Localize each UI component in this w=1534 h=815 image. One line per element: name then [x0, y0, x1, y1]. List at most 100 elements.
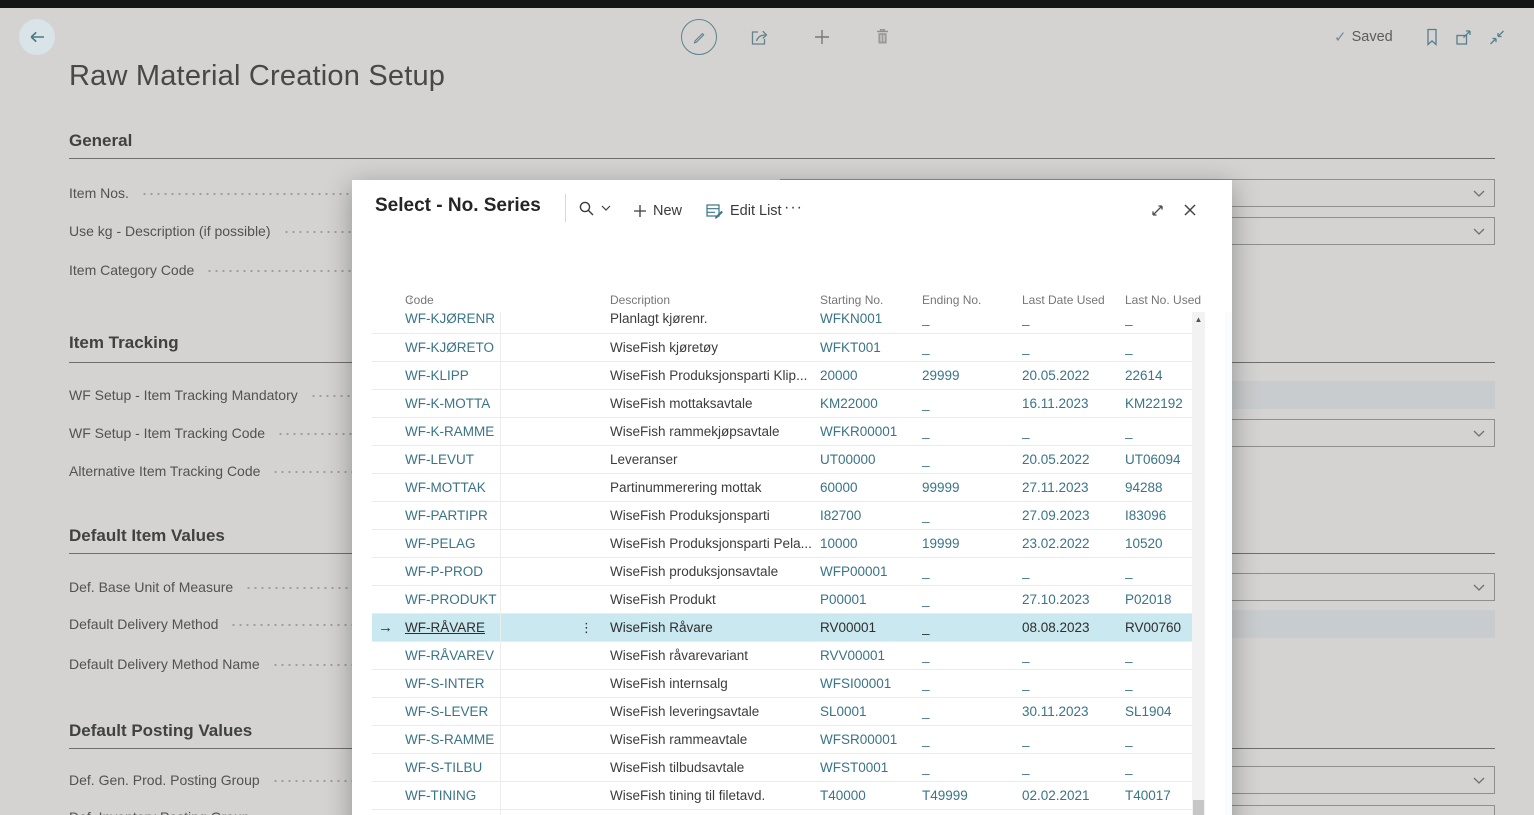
cell-code[interactable]: WF-S-LEVER: [405, 698, 500, 726]
cell-last-no-used: _: [1125, 558, 1191, 586]
dialog-close-button[interactable]: [1182, 202, 1198, 218]
cell-code[interactable]: WF-MOTTAK: [405, 474, 500, 502]
dialog-new-button[interactable]: New: [633, 200, 682, 222]
cell-code[interactable]: WF-PELAG: [405, 530, 500, 558]
collapse-button[interactable]: [1488, 29, 1506, 46]
row-selected-arrow-icon: [378, 530, 402, 558]
sort-ascending-icon: ↑: [408, 288, 414, 312]
vertical-scrollbar[interactable]: ▲: [1192, 312, 1205, 815]
scrollbar-thumb[interactable]: [1193, 800, 1204, 815]
column-header-ending-no[interactable]: Ending No.: [922, 288, 981, 312]
new-button-label: New: [653, 200, 682, 222]
cell-last-date-used: 20.05.2022: [1022, 362, 1120, 390]
field-label: Use kg - Description (if possible): [69, 217, 271, 245]
chevron-down-icon: [601, 205, 611, 212]
cell-code[interactable]: WF-P-PROD: [405, 558, 500, 586]
table-row[interactable]: WF-PRODUKTWiseFish ProduktP00001_27.10.2…: [372, 586, 1192, 614]
plus-icon: [633, 204, 647, 218]
open-in-window-button[interactable]: [1455, 29, 1473, 46]
chevron-down-icon: [1473, 430, 1485, 438]
bookmark-button[interactable]: [1425, 28, 1439, 46]
new-plus-button[interactable]: [813, 28, 831, 46]
cell-code[interactable]: WF-KLIPP: [405, 362, 500, 390]
table-row[interactable]: WF-TININGWiseFish tining til filetavd.T4…: [372, 782, 1192, 810]
table-row[interactable]: WF-LEVUTLeveranserUT00000_20.05.2022UT06…: [372, 446, 1192, 474]
scroll-up-icon[interactable]: ▲: [1192, 314, 1205, 326]
cell-description: WiseFish rammeavtale: [610, 726, 815, 754]
table-row[interactable]: WF-P-PRODWiseFish produksjonsavtaleWFP00…: [372, 558, 1192, 586]
field-label: Default Delivery Method: [69, 610, 218, 638]
cell-description: WiseFish Råvare: [610, 614, 815, 642]
column-header-last-date-used[interactable]: Last Date Used: [1022, 288, 1105, 312]
row-selected-arrow-icon: [378, 726, 402, 754]
cell-description: WiseFish mottaksavtale: [610, 390, 815, 418]
row-selected-arrow-icon: [378, 642, 402, 670]
delete-button[interactable]: [874, 27, 891, 46]
table-row[interactable]: WF-KLIPPWiseFish Produksjonsparti Klip..…: [372, 362, 1192, 390]
cell-last-date-used: 02.02.2021: [1022, 782, 1120, 810]
edit-pencil-button[interactable]: [681, 19, 717, 55]
cell-code[interactable]: WF-S-TILBU: [405, 754, 500, 782]
row-selected-arrow-icon: [378, 754, 402, 782]
table-row[interactable]: WF-KJØRENRPlanlagt kjørenr.WFKN001___: [372, 312, 1192, 334]
edit-list-icon: [706, 203, 724, 219]
cell-ending-no: _: [922, 334, 1017, 362]
row-menu-icon: [580, 642, 596, 670]
cell-code[interactable]: WF-K-MOTTA: [405, 390, 500, 418]
table-row[interactable]: WF-S-TILBUWiseFish tilbudsavtaleWFST0001…: [372, 754, 1192, 782]
bookmark-icon: [1425, 28, 1439, 46]
table-row[interactable]: WF-K-MOTTAWiseFish mottaksavtaleKM22000_…: [372, 390, 1192, 418]
dialog-expand-button[interactable]: [1149, 202, 1166, 219]
cell-starting-no: 10000: [820, 530, 915, 558]
cell-description: WiseFish Produkt: [610, 586, 815, 614]
cell-last-date-used: _: [1022, 642, 1120, 670]
cell-code[interactable]: WF-RÅVAREV: [405, 642, 500, 670]
table-row[interactable]: WF-S-LEVERWiseFish leveringsavtaleSL0001…: [372, 698, 1192, 726]
share-button[interactable]: [750, 28, 771, 46]
cell-code[interactable]: WF-S-RAMME: [405, 726, 500, 754]
cell-starting-no: UT00000: [820, 446, 915, 474]
cell-ending-no: _: [922, 642, 1017, 670]
cell-last-date-used: 27.09.2023: [1022, 502, 1120, 530]
field-label: Def. Gen. Prod. Posting Group: [69, 766, 260, 794]
table-row[interactable]: WF-PELAGWiseFish Produksjonsparti Pela..…: [372, 530, 1192, 558]
row-menu-icon: [580, 698, 596, 726]
cell-code[interactable]: WF-RÅVARE: [405, 614, 500, 642]
cell-code[interactable]: WF-KJØRENR: [405, 312, 500, 333]
cell-code[interactable]: WF-K-RAMME: [405, 418, 500, 446]
row-menu-icon[interactable]: ⋮: [580, 614, 596, 642]
share-icon: [750, 28, 771, 46]
column-header-last-no-used[interactable]: Last No. Used: [1125, 288, 1201, 312]
close-icon: [1182, 202, 1198, 218]
dialog-more-options-button[interactable]: ···: [784, 197, 803, 219]
table-row[interactable]: →WF-RÅVARE⋮WiseFish RåvareRV00001_08.08.…: [372, 614, 1192, 642]
dialog-search-button[interactable]: [578, 200, 611, 217]
cell-code[interactable]: WF-PRODUKT: [405, 586, 500, 614]
cell-code[interactable]: WF-PARTIPR: [405, 502, 500, 530]
cell-last-no-used: UT06094: [1125, 446, 1191, 474]
table-row[interactable]: WF-KJØRETOWiseFish kjøretøyWFKT001___: [372, 334, 1192, 362]
column-header-description[interactable]: Description: [610, 288, 670, 312]
table-row[interactable]: WF-S-RAMMEWiseFish rammeavtaleWFSR00001_…: [372, 726, 1192, 754]
column-header-starting-no[interactable]: Starting No.: [820, 288, 883, 312]
row-menu-icon: [580, 334, 596, 362]
back-button[interactable]: [19, 19, 55, 55]
table-row[interactable]: WF-RÅVAREVWiseFish råvarevariantRVV00001…: [372, 642, 1192, 670]
table-row[interactable]: WF-PARTIPRWiseFish ProduksjonspartiI8270…: [372, 502, 1192, 530]
grid-body: WF-KJØRENRPlanlagt kjørenr.WFKN001___WF-…: [372, 312, 1192, 810]
cell-code[interactable]: WF-S-INTER: [405, 670, 500, 698]
table-row[interactable]: WF-MOTTAKPartinummerering mottak60000999…: [372, 474, 1192, 502]
cell-code[interactable]: WF-KJØRETO: [405, 334, 500, 362]
cell-code[interactable]: WF-TINING: [405, 782, 500, 810]
field-label: Def. Base Unit of Measure: [69, 573, 233, 601]
table-row[interactable]: WF-K-RAMMEWiseFish rammekjøpsavtaleWFKR0…: [372, 418, 1192, 446]
row-menu-icon: [580, 586, 596, 614]
table-header: Code↑ Description Starting No. Ending No…: [372, 288, 1192, 312]
cell-starting-no: I82700: [820, 502, 915, 530]
cell-code[interactable]: WF-LEVUT: [405, 446, 500, 474]
cell-last-date-used: 20.05.2022: [1022, 446, 1120, 474]
table-row[interactable]: WF-S-INTERWiseFish internsalgWFSI00001__…: [372, 670, 1192, 698]
cell-description: WiseFish produksjonsavtale: [610, 558, 815, 586]
row-selected-arrow-icon: [378, 782, 402, 810]
dialog-edit-list-button[interactable]: Edit List: [706, 200, 782, 222]
